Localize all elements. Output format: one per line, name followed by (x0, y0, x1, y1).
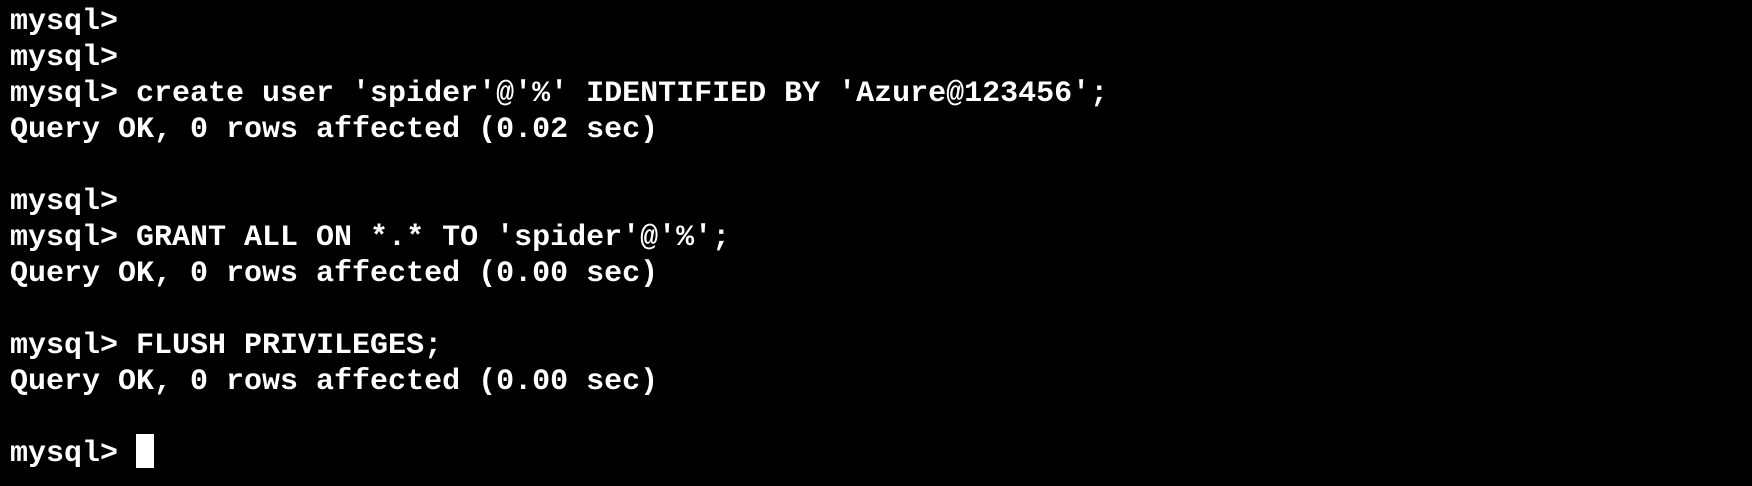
terminal-line-command: mysql> FLUSH PRIVILEGES; (10, 329, 443, 363)
terminal-input-line[interactable]: mysql> (10, 434, 1752, 472)
current-prompt: mysql> (10, 437, 137, 471)
terminal-line-output: Query OK, 0 rows affected (0.02 sec) (10, 113, 659, 147)
terminal-line-output: Query OK, 0 rows affected (0.00 sec) (10, 257, 659, 291)
terminal-line-command: mysql> GRANT ALL ON *.* TO 'spider'@'%'; (10, 221, 731, 255)
terminal-line-prompt: mysql> (10, 185, 119, 219)
terminal-line-prompt: mysql> (10, 41, 119, 75)
terminal-line-output: Query OK, 0 rows affected (0.00 sec) (10, 365, 659, 399)
terminal-line-command: mysql> create user 'spider'@'%' IDENTIFI… (10, 77, 1109, 111)
terminal-window[interactable]: mysql> mysql> mysql> create user 'spider… (0, 0, 1752, 486)
terminal-line-prompt: mysql> (10, 5, 119, 39)
text-cursor (136, 434, 155, 469)
